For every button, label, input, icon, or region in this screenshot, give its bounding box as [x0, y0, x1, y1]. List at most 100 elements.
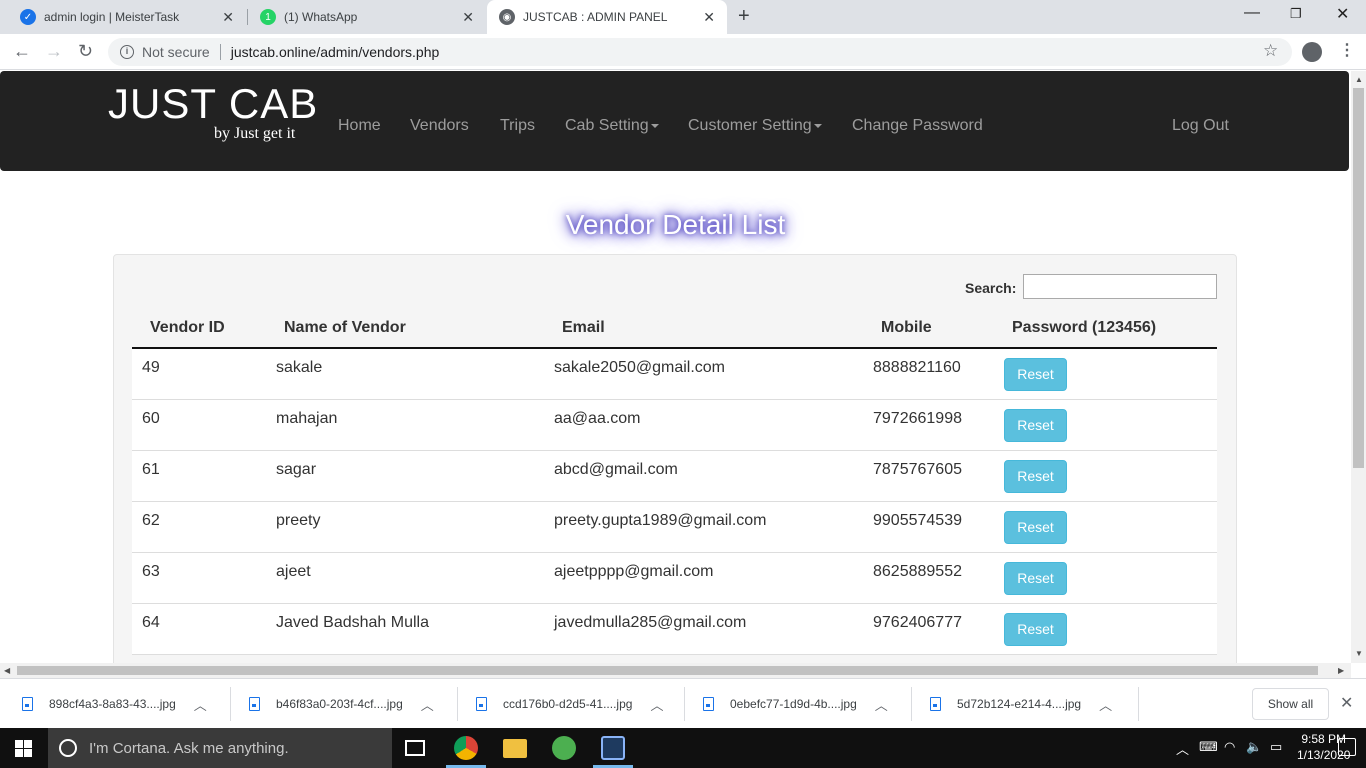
language-icon[interactable]: ▭ [1270, 739, 1282, 755]
globe-icon: ◉ [499, 9, 515, 25]
download-item[interactable]: 5d72b124-e214-4....jpg ︿ [930, 679, 1112, 729]
reset-button[interactable]: Reset [1004, 510, 1067, 544]
justcab-logo[interactable]: JUST CAB by Just get it [108, 81, 318, 143]
nav-customer-setting[interactable]: Customer Setting [688, 117, 822, 135]
close-icon[interactable]: ✕ [703, 9, 715, 26]
restore-icon[interactable]: ❐ [1290, 6, 1302, 22]
cell-mobile: 7972661998 [863, 399, 994, 451]
download-item[interactable]: b46f83a0-203f-4cf....jpg ︿ [249, 679, 434, 729]
notification-center-icon[interactable] [1338, 738, 1356, 756]
cell-action: Reset [994, 603, 1217, 655]
cell-email: preety.gupta1989@gmail.com [544, 501, 863, 553]
col-header-name[interactable]: Name of Vendor [266, 309, 544, 349]
new-tab-button[interactable]: + [738, 5, 750, 28]
address-row: ← → ↻ i Not secure justcab.online/admin/… [0, 34, 1366, 70]
chevron-up-icon[interactable]: ︿ [1099, 695, 1112, 714]
back-icon[interactable]: ← [13, 41, 31, 62]
omnibox[interactable]: i Not secure justcab.online/admin/vendor… [108, 38, 1292, 66]
download-item[interactable]: ccd176b0-d2d5-41....jpg ︿ [476, 679, 663, 729]
cell-action: Reset [994, 399, 1217, 451]
file-explorer-icon[interactable] [503, 739, 527, 758]
nav-change-password[interactable]: Change Password [852, 117, 983, 135]
close-icon[interactable]: ✕ [462, 9, 474, 26]
task-view-icon[interactable] [405, 740, 425, 756]
download-item[interactable]: 898cf4a3-8a83-43....jpg ︿ [22, 679, 207, 729]
show-all-button[interactable]: Show all [1252, 688, 1329, 720]
cell-name: ajeet [266, 552, 544, 604]
col-header-vendor-id[interactable]: Vendor ID [132, 309, 266, 349]
reset-button[interactable]: Reset [1004, 561, 1067, 595]
close-icon[interactable]: ✕ [222, 9, 234, 26]
download-filename: b46f83a0-203f-4cf....jpg [276, 697, 403, 711]
nav-cab-setting[interactable]: Cab Setting [565, 117, 659, 135]
col-header-mobile[interactable]: Mobile [863, 309, 994, 349]
download-divider [230, 687, 231, 721]
nav-vendors[interactable]: Vendors [410, 117, 469, 135]
cell-vendor-id: 63 [132, 552, 266, 604]
scroll-right-arrow-icon[interactable]: ▶ [1338, 666, 1344, 675]
cell-mobile: 9905574539 [863, 501, 994, 553]
volume-icon[interactable]: 🔈 [1246, 739, 1262, 755]
wifi-icon[interactable]: ◠ [1224, 739, 1235, 755]
nav-label: Customer Setting [688, 117, 812, 134]
table-row: 49 sakale sakale2050@gmail.com 888882116… [132, 348, 1217, 400]
table-row: 63 ajeet ajeetpppp@gmail.com 8625889552 … [132, 552, 1217, 604]
scroll-down-arrow-icon[interactable]: ▼ [1355, 649, 1363, 658]
caret-down-icon [813, 123, 822, 128]
reset-button[interactable]: Reset [1004, 459, 1067, 493]
utorrent-icon[interactable] [552, 736, 576, 760]
nav-logout[interactable]: Log Out [1172, 117, 1229, 135]
cell-vendor-id: 61 [132, 450, 266, 502]
account-avatar-icon[interactable] [1302, 42, 1322, 62]
reload-icon[interactable]: ↻ [78, 41, 93, 62]
window-close-icon[interactable]: ✕ [1336, 4, 1349, 24]
horizontal-scroll-thumb[interactable] [17, 666, 1318, 675]
cortana-search-box[interactable]: I'm Cortana. Ask me anything. [48, 728, 392, 768]
bookmark-star-icon[interactable]: ☆ [1263, 41, 1278, 61]
url-text[interactable]: justcab.online/admin/vendors.php [231, 44, 440, 60]
info-icon[interactable]: i [120, 45, 134, 59]
chevron-up-icon[interactable]: ︿ [1176, 739, 1189, 758]
chrome-icon[interactable] [454, 736, 478, 760]
cell-action: Reset [994, 348, 1217, 400]
reset-button[interactable]: Reset [1004, 358, 1067, 391]
cell-vendor-id: 64 [132, 603, 266, 655]
reset-button[interactable]: Reset [1004, 612, 1067, 646]
col-header-password[interactable]: Password (123456) [994, 309, 1217, 349]
download-item[interactable]: 0ebefc77-1d9d-4b....jpg ︿ [703, 679, 888, 729]
search-input[interactable] [1023, 274, 1217, 299]
chevron-up-icon[interactable]: ︿ [194, 695, 207, 714]
nav-trips[interactable]: Trips [500, 117, 535, 135]
tab-justcab-admin[interactable]: ◉ JUSTCAB : ADMIN PANEL ✕ [487, 0, 727, 34]
cell-email: sakale2050@gmail.com [544, 348, 863, 400]
tab-meistertask[interactable]: ✓ admin login | MeisterTask ✕ [0, 0, 246, 34]
minimize-icon[interactable]: — [1244, 4, 1260, 22]
cell-email: javedmulla285@gmail.com [544, 603, 863, 655]
cell-name: preety [266, 501, 544, 553]
keyboard-icon[interactable]: ⌨ [1199, 739, 1218, 755]
cell-name: mahajan [266, 399, 544, 451]
downloads-bar: 898cf4a3-8a83-43....jpg ︿ b46f83a0-203f-… [0, 678, 1366, 728]
cortana-icon [59, 739, 77, 757]
page-viewport: JUST CAB by Just get it Home Vendors Tri… [0, 71, 1351, 663]
windows-start-icon[interactable] [15, 740, 32, 757]
col-header-email[interactable]: Email [544, 309, 863, 349]
cell-name: Javed Badshah Mulla [266, 603, 544, 655]
scroll-left-arrow-icon[interactable]: ◀ [4, 666, 10, 675]
security-status: Not secure [142, 44, 210, 60]
chevron-up-icon[interactable]: ︿ [421, 695, 434, 714]
close-icon[interactable]: ✕ [1340, 693, 1353, 713]
menu-kebab-icon[interactable]: ⋮ [1339, 40, 1355, 60]
app-icon[interactable] [601, 736, 625, 760]
scroll-up-arrow-icon[interactable]: ▲ [1355, 75, 1363, 84]
forward-icon[interactable]: → [45, 41, 63, 62]
tab-whatsapp[interactable]: 1 (1) WhatsApp ✕ [240, 0, 486, 34]
image-file-icon [249, 697, 260, 711]
vertical-scroll-thumb[interactable] [1353, 88, 1364, 468]
chevron-up-icon[interactable]: ︿ [875, 695, 888, 714]
cell-mobile: 9762406777 [863, 603, 994, 655]
chevron-up-icon[interactable]: ︿ [650, 695, 663, 714]
nav-home[interactable]: Home [338, 117, 381, 135]
reset-button[interactable]: Reset [1004, 408, 1067, 442]
cell-vendor-id: 62 [132, 501, 266, 553]
